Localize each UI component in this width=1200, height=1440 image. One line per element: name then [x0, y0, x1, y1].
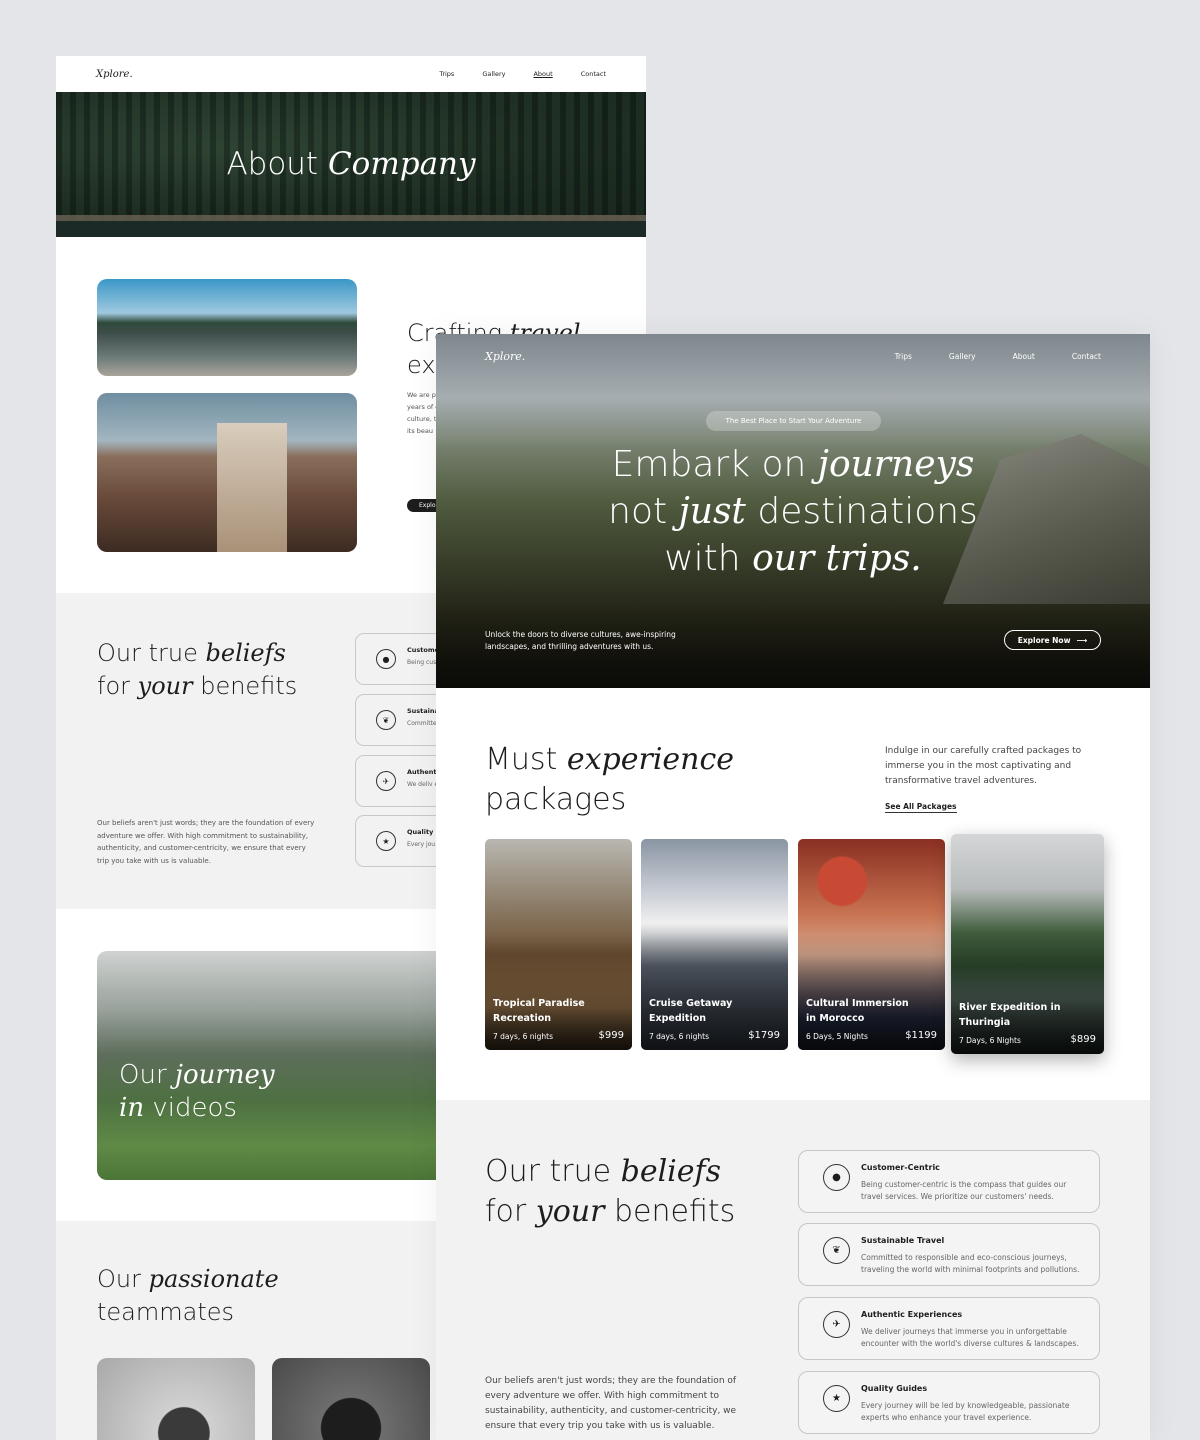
beliefs-title: Our true beliefs for your benefits — [97, 639, 298, 700]
beliefs-paragraph: Our beliefs aren't just words; they are … — [485, 1376, 737, 1431]
packages-intro: Indulge in our carefully crafted package… — [885, 746, 1082, 786]
packages-section: Must experience packages Indulge in our c… — [436, 688, 1150, 1100]
package-duration: 7 days, 6 nights — [493, 1032, 553, 1041]
nav-about[interactable]: About — [533, 70, 552, 78]
user-icon: ● — [823, 1164, 850, 1191]
hero-headline: Embark on journeys not just destinations… — [608, 444, 978, 579]
explore-now-button[interactable]: Explore Now ⟶ — [1004, 630, 1101, 650]
leaf-icon: ❦ — [376, 710, 396, 730]
arrow-right-icon: ⟶ — [1076, 635, 1088, 645]
package-name: Tropical Paradise Recreation — [493, 998, 585, 1024]
package-card[interactable]: Cruise Getaway Expedition 7 days, 6 nigh… — [641, 839, 788, 1050]
package-card[interactable]: Tropical Paradise Recreation 7 days, 6 n… — [485, 839, 632, 1050]
team-title: Our passionate teammates — [97, 1265, 279, 1326]
logo[interactable]: Xplore. — [485, 350, 525, 363]
belief-card-quality-guides[interactable]: ★ Quality Guides Every journey will be led… — [798, 1371, 1100, 1434]
nav-menu: Trips Gallery About Contact — [895, 352, 1101, 361]
plane-icon: ✈ — [823, 1311, 850, 1338]
home-hero: Xplore. Trips Gallery About Contact The … — [436, 334, 1150, 688]
teammate-photo — [272, 1358, 430, 1440]
hero-subtitle: Unlock the doors to diverse cultures, aw… — [485, 630, 676, 651]
package-price: $899 — [1070, 1034, 1096, 1045]
package-price: $1199 — [905, 1030, 937, 1041]
user-icon: ● — [376, 649, 396, 669]
package-card-highlighted[interactable]: River Expedition in Thuringia 7 Days, 6 … — [951, 834, 1104, 1054]
nav-menu: Trips Gallery About Contact — [439, 70, 606, 78]
river-photo — [97, 279, 357, 376]
belief-card-authentic-experiences[interactable]: ✈ Authentic Experiences We deliver journey… — [798, 1297, 1100, 1360]
package-card[interactable]: Cultural Immersion in Morocco 6 Days, 5 … — [798, 839, 945, 1050]
package-duration: 7 days, 6 nights — [649, 1032, 709, 1041]
belief-card-customer-centric[interactable]: ● Customer-Centric Being customer-centric … — [798, 1150, 1100, 1213]
package-price: $1799 — [748, 1030, 780, 1041]
package-name: River Expedition in Thuringia — [959, 1002, 1061, 1028]
nav-about[interactable]: About — [1013, 352, 1035, 361]
water-image — [56, 221, 646, 237]
star-icon: ★ — [823, 1385, 850, 1412]
town-photo — [97, 393, 357, 552]
package-name: Cruise Getaway Expedition — [649, 998, 733, 1024]
nav-gallery[interactable]: Gallery — [482, 70, 505, 78]
leaf-icon: ❦ — [823, 1237, 850, 1264]
teammate-photo — [97, 1358, 255, 1440]
nav-gallery[interactable]: Gallery — [949, 352, 976, 361]
see-all-packages-link[interactable]: See All Packages — [885, 802, 957, 813]
logo[interactable]: Xplore. — [96, 69, 133, 80]
package-name: Cultural Immersion in Morocco — [806, 998, 909, 1024]
star-icon: ★ — [376, 831, 396, 851]
about-hero: About Company — [56, 92, 646, 237]
nav-trips[interactable]: Trips — [439, 70, 454, 78]
belief-card-sustainable-travel[interactable]: ❦ Sustainable Travel Committed to responsi… — [798, 1223, 1100, 1286]
beliefs-paragraph: Our beliefs aren't just words; they are … — [97, 819, 315, 865]
packages-title: Must experience packages — [485, 742, 735, 817]
plane-icon: ✈ — [376, 771, 396, 791]
beliefs-title: Our true beliefs for your benefits — [485, 1154, 736, 1229]
about-navbar: Xplore. Trips Gallery About Contact — [56, 56, 646, 92]
package-duration: 6 Days, 5 Nights — [806, 1032, 868, 1041]
nav-contact[interactable]: Contact — [1072, 352, 1101, 361]
package-duration: 7 Days, 6 Nights — [959, 1036, 1021, 1045]
beliefs-section: Our true beliefs for your benefits Our be… — [436, 1100, 1150, 1440]
nav-contact[interactable]: Contact — [581, 70, 606, 78]
about-hero-title: About Company — [226, 146, 476, 182]
home-navbar: Xplore. Trips Gallery About Contact — [485, 350, 1101, 363]
nav-trips[interactable]: Trips — [895, 352, 912, 361]
tagline-pill: The Best Place to Start Your Adventure — [706, 411, 881, 431]
video-title: Our journey in videos — [119, 1060, 275, 1123]
home-page-mockup: Xplore. Trips Gallery About Contact The … — [436, 334, 1150, 1440]
package-price: $999 — [598, 1030, 624, 1041]
